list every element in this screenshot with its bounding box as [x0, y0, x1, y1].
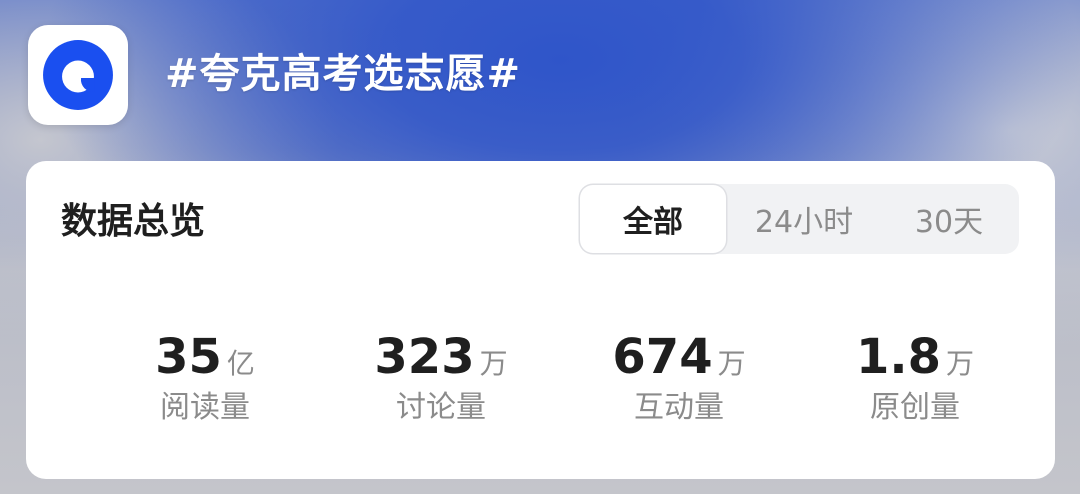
stat-value: 1.8 — [855, 329, 941, 385]
time-range-tabs: 全部 24小时 30天 — [579, 184, 1019, 254]
stat-unit: 万 — [479, 347, 508, 380]
tab-24-hours[interactable]: 24小时 — [729, 184, 879, 254]
tab-30-days[interactable]: 30天 — [879, 184, 1019, 254]
card-title: 数据总览 — [61, 201, 206, 242]
stat-label: 原创量 — [870, 390, 960, 425]
tab-all[interactable]: 全部 — [580, 185, 726, 253]
stat-value: 35 — [155, 329, 222, 385]
stat-label: 互动量 — [634, 390, 724, 425]
stat-unit: 亿 — [226, 347, 255, 380]
quark-logo-icon — [43, 40, 113, 110]
app-icon[interactable] — [28, 25, 128, 125]
stat-unit: 万 — [717, 347, 746, 380]
stat-value: 323 — [374, 329, 475, 385]
stat-unit: 万 — [946, 347, 975, 380]
stat-interaction-count: 674 万 互动量 — [569, 329, 789, 425]
stat-label: 阅读量 — [160, 390, 250, 425]
stat-discussion-count: 323 万 讨论量 — [331, 329, 551, 425]
topic-title: #夸克高考选志愿# — [165, 51, 522, 97]
stat-original-count: 1.8 万 原创量 — [805, 329, 1025, 425]
data-overview-card: 数据总览 全部 24小时 30天 35 亿 阅读量 323 万 讨论量 674 … — [26, 161, 1055, 479]
stat-label: 讨论量 — [396, 390, 486, 425]
stat-value: 674 — [612, 329, 713, 385]
stat-read-count: 35 亿 阅读量 — [95, 329, 315, 425]
